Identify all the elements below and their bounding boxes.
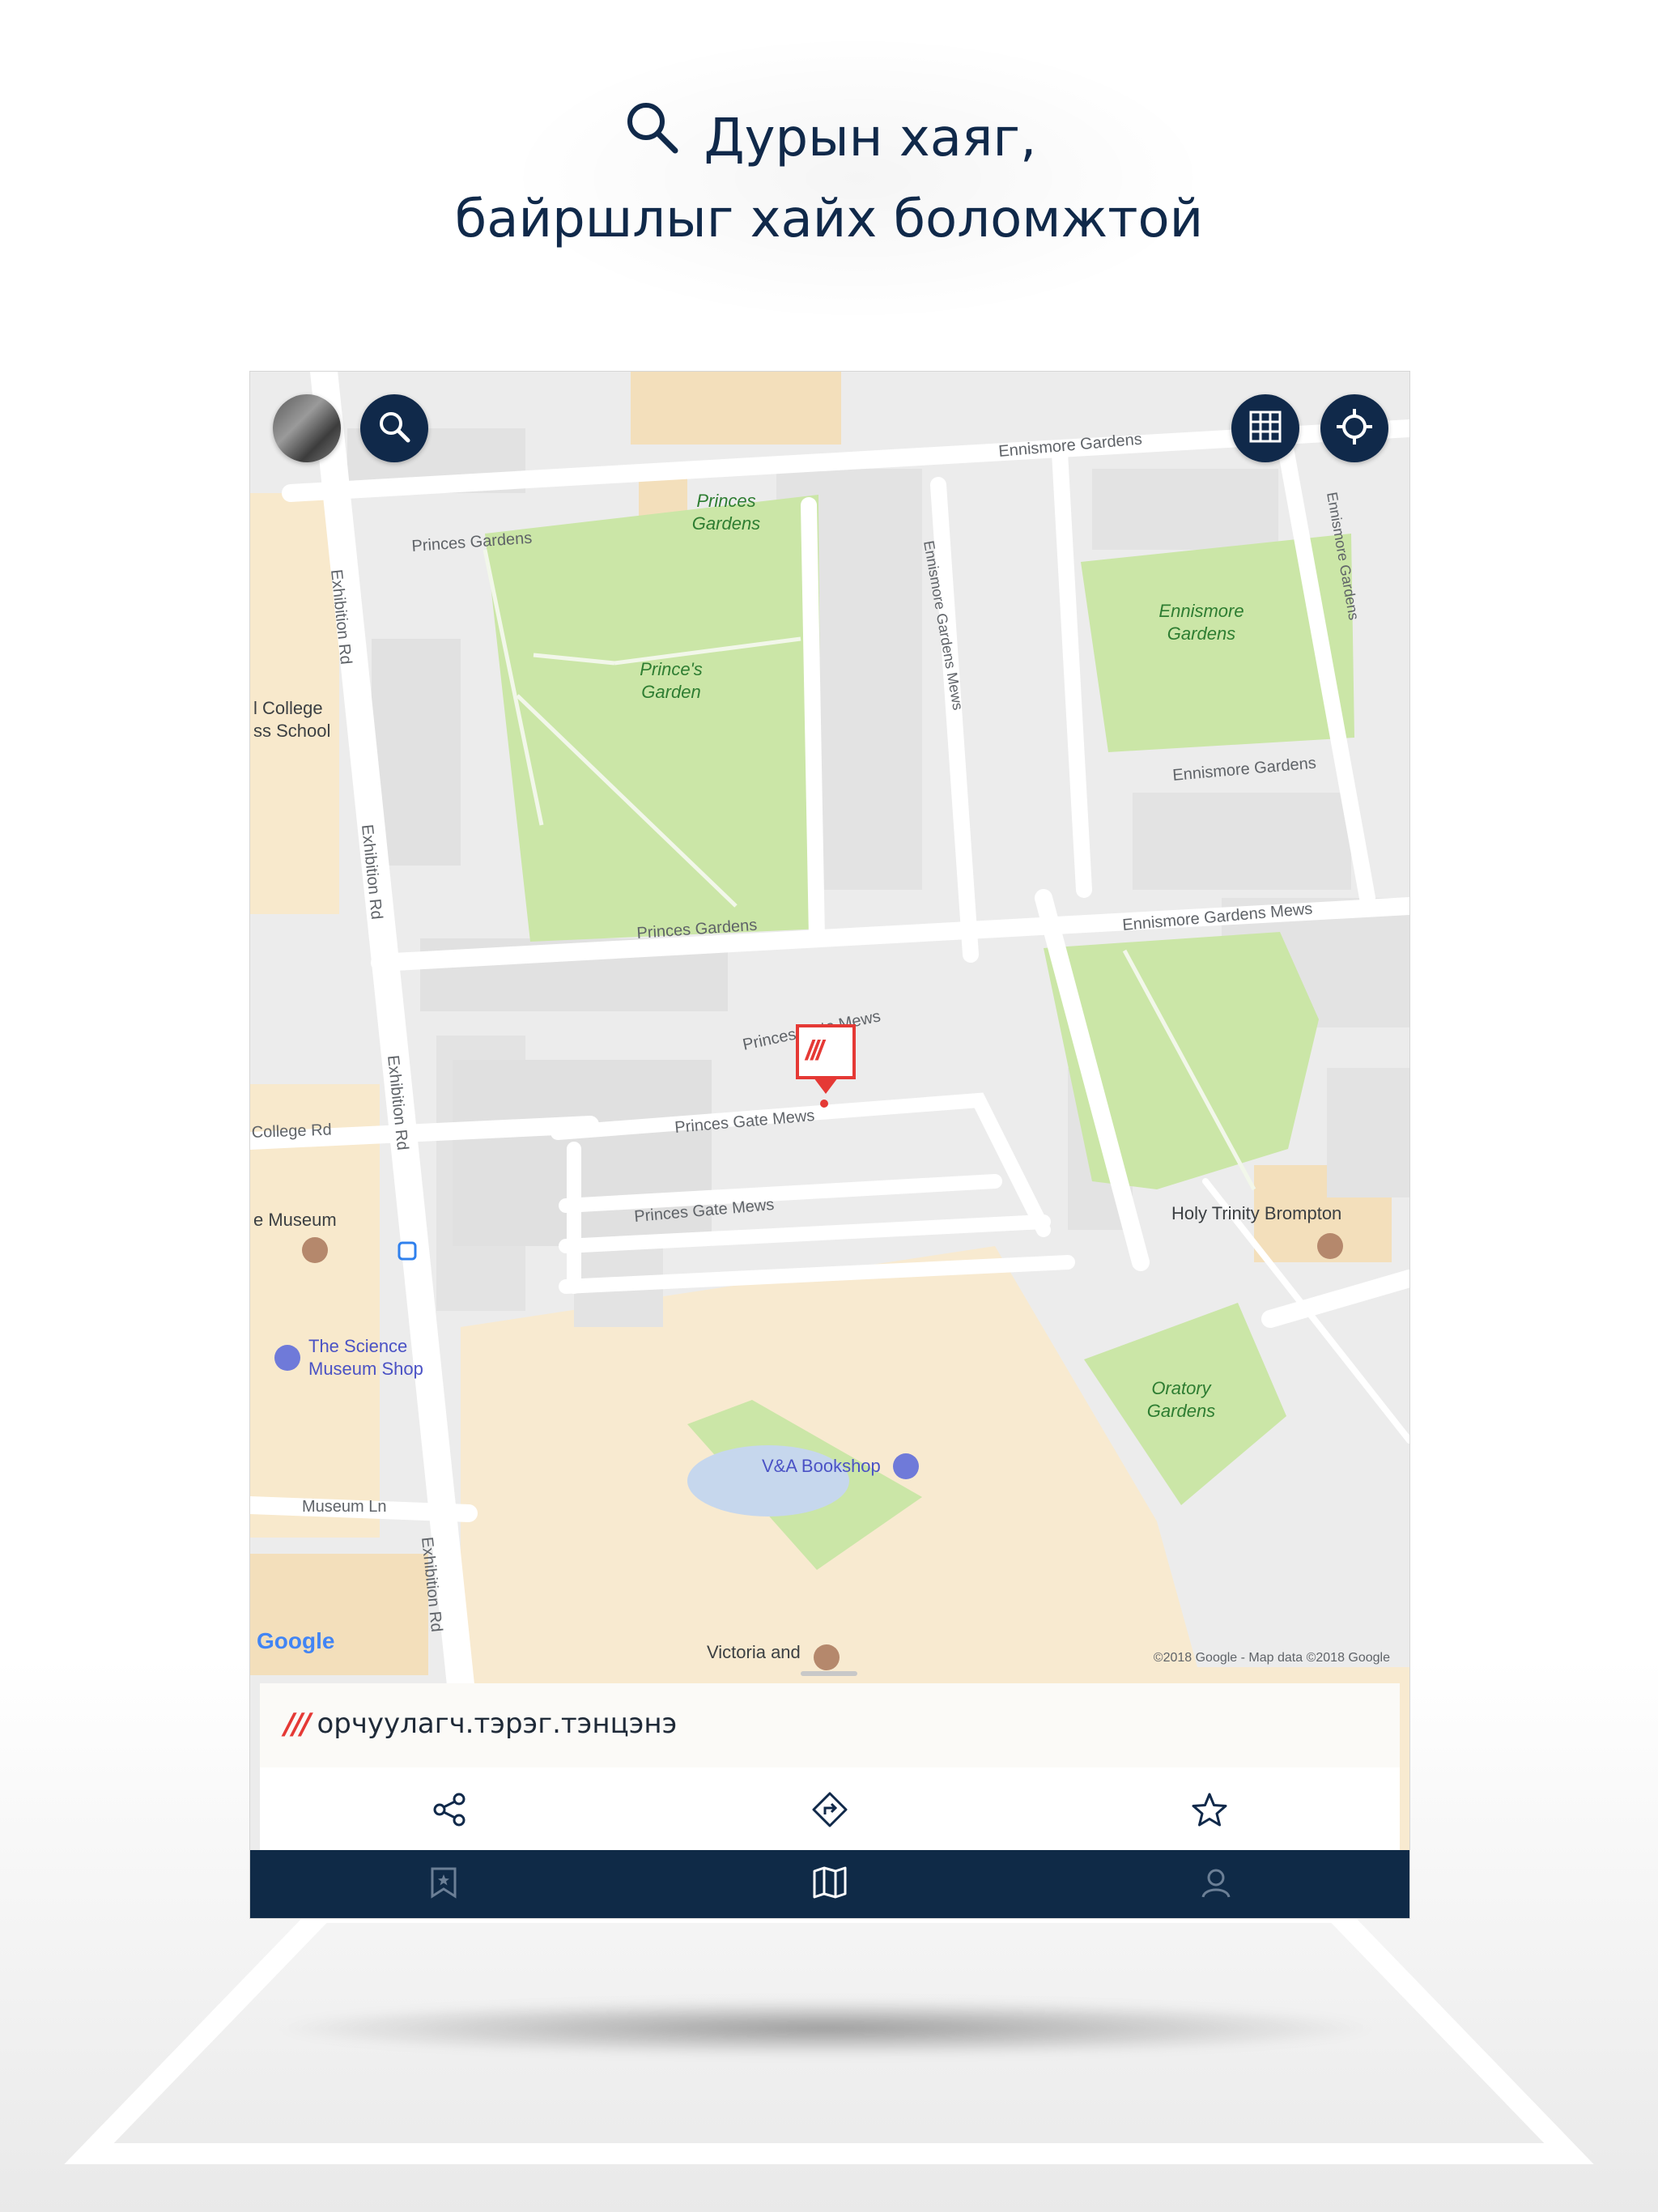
crosshair-icon: [1335, 407, 1374, 450]
tab-profile[interactable]: [1192, 1860, 1240, 1908]
museum-poi-icon[interactable]: [302, 1237, 328, 1263]
directions-icon: [811, 1791, 848, 1832]
poi-va-bookshop[interactable]: V&A Bookshop: [762, 1455, 881, 1478]
headline-line-2: байршлыг хайх боломжтой: [454, 189, 1204, 249]
bookshop-poi-icon[interactable]: [893, 1453, 919, 1479]
avatar[interactable]: [273, 394, 341, 462]
floor-outline: [64, 1911, 1594, 2164]
my-location-button[interactable]: [1320, 394, 1388, 462]
share-button[interactable]: [426, 1787, 474, 1836]
card-title: /// орчуулагч.тэрэг.тэнцэнэ: [284, 1691, 677, 1756]
device-shadow: [267, 2000, 1384, 2057]
directions-button[interactable]: [806, 1787, 854, 1836]
headline-line-1: Дурын хаяг,: [704, 108, 1037, 168]
bottom-tab-bar: [250, 1850, 1409, 1918]
park-label-ennismore-gardens: Ennismore Gardens: [1158, 601, 1244, 644]
marker-logo: ///: [806, 1036, 823, 1066]
brand-logo: ///: [284, 1707, 311, 1741]
card-actions: [260, 1767, 1400, 1855]
grid-icon: [1248, 409, 1283, 449]
park-label-princes-garden: Prince's Garden: [640, 659, 703, 702]
tab-map[interactable]: [806, 1860, 854, 1908]
poi-victoria-and-albert[interactable]: Victoria and: [707, 1641, 801, 1664]
three-word-address[interactable]: орчуулагч.тэрэг.тэнцэнэ: [317, 1708, 677, 1740]
user-icon: [1200, 1866, 1232, 1903]
google-logo-text: Google: [257, 1628, 335, 1653]
search-button[interactable]: [360, 394, 428, 462]
street-college-rd: College Rd: [251, 1121, 332, 1142]
poi-science-museum-shop[interactable]: The Science Museum Shop: [308, 1335, 423, 1380]
poi-holy-trinity-brompton[interactable]: Holy Trinity Brompton: [1171, 1202, 1341, 1225]
poi-college: l College ss School: [253, 698, 331, 741]
card-drag-handle[interactable]: [801, 1671, 857, 1676]
shop-poi-icon[interactable]: [274, 1345, 300, 1371]
app-screen: Ennismore Gardens Princes Gardens Exhibi…: [249, 371, 1410, 1919]
victoria-poi-icon[interactable]: [814, 1644, 840, 1670]
map-copyright: ©2018 Google - Map data ©2018 Google: [1153, 1651, 1390, 1665]
park-label-oratory-gardens: Oratory Gardens: [1146, 1378, 1216, 1421]
search-icon: [376, 408, 413, 449]
location-card: /// орчуулагч.тэрэг.тэнцэнэ: [260, 1683, 1400, 1855]
grid-button[interactable]: [1231, 394, 1299, 462]
transit-icon[interactable]: [397, 1241, 417, 1261]
star-icon: [1191, 1791, 1228, 1832]
tab-saved[interactable]: [419, 1860, 468, 1908]
map-icon: [812, 1866, 848, 1903]
street-museum-ln: Museum Ln: [302, 1498, 387, 1516]
poi-museum: e Museum: [253, 1210, 337, 1230]
bookmark-star-icon: [429, 1866, 458, 1903]
favorite-button[interactable]: [1185, 1787, 1234, 1836]
search-icon: [622, 97, 682, 180]
church-poi-icon[interactable]: [1317, 1233, 1343, 1259]
share-icon: [432, 1791, 469, 1832]
park-label-princes-gardens: Princes Gardens: [691, 491, 761, 534]
headline: Дурын хаяг, байршлыг хайх боломжтой: [0, 97, 1658, 259]
google-logo: Google: [257, 1628, 334, 1654]
